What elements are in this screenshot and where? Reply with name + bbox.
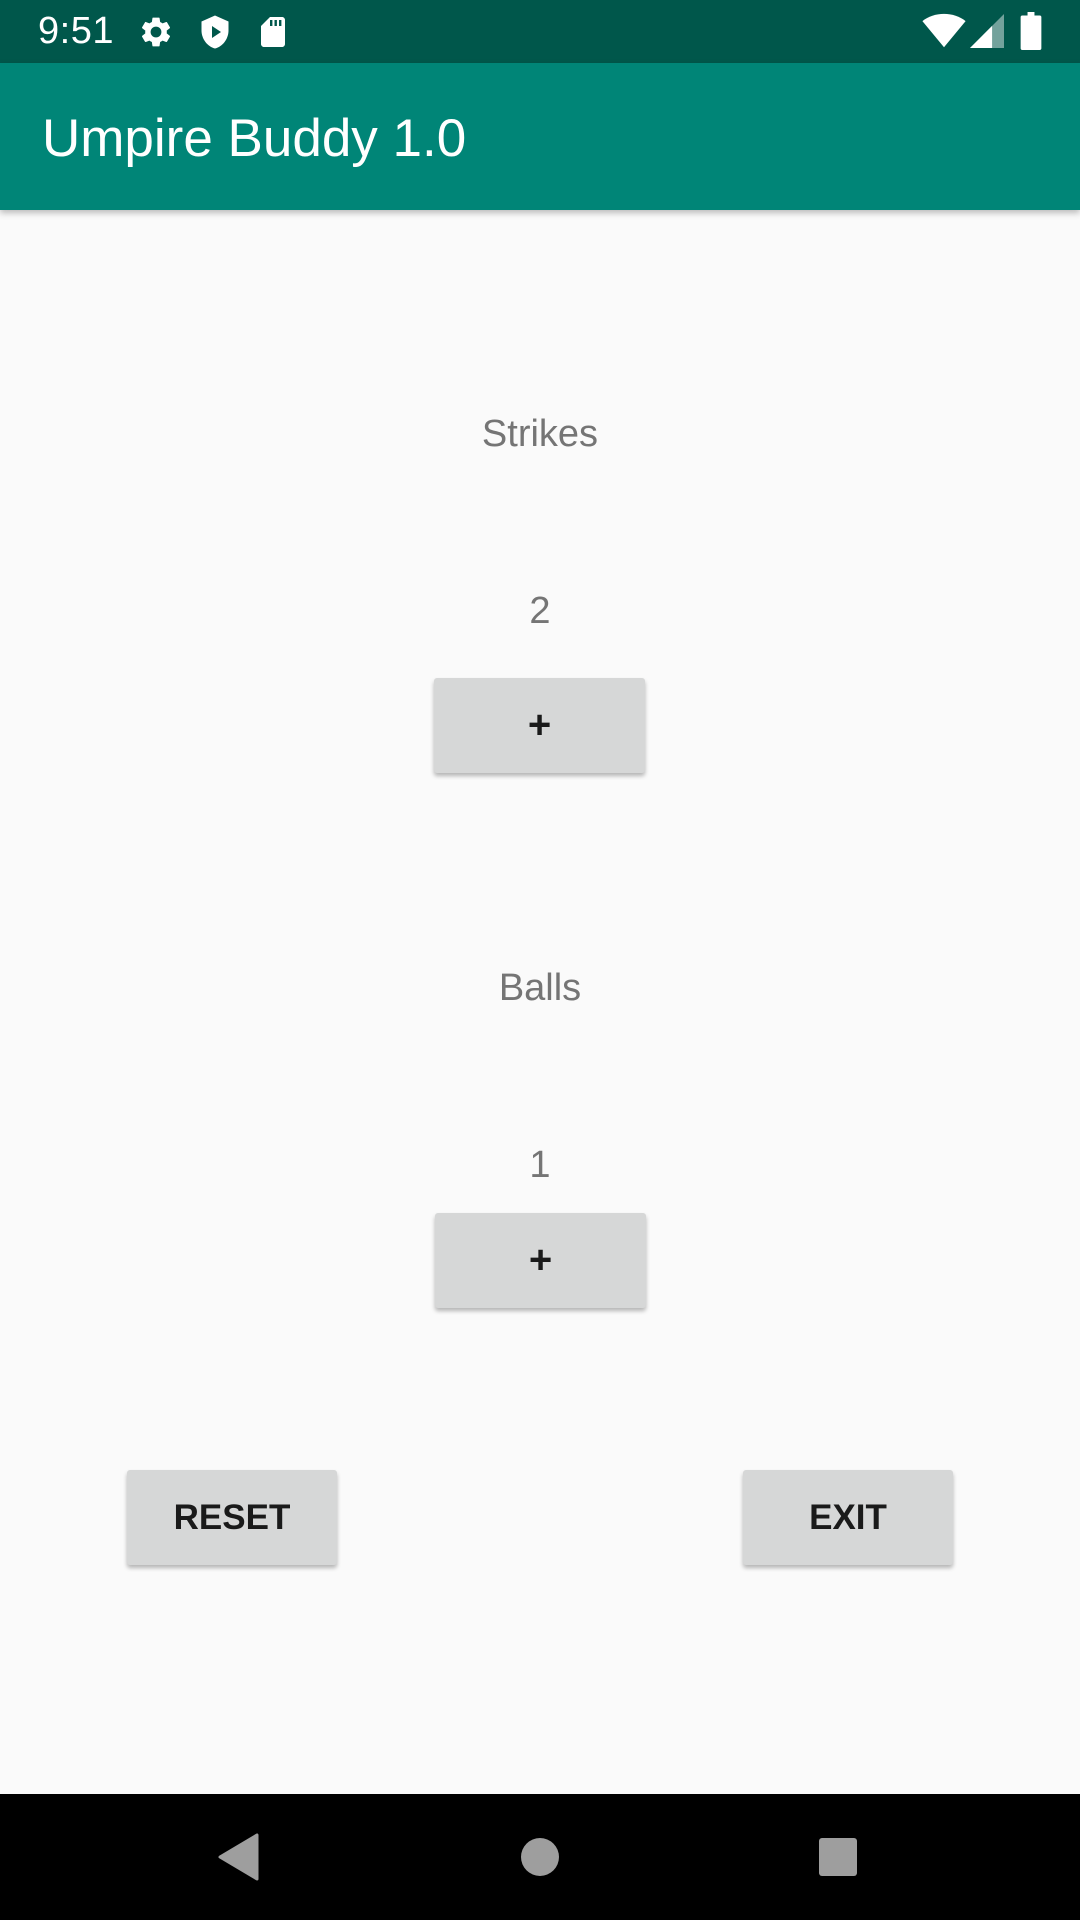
status-bar: 9:51	[0, 0, 1080, 63]
app-title: Umpire Buddy 1.0	[42, 109, 467, 168]
wifi-icon	[922, 13, 966, 54]
recents-icon[interactable]	[778, 1794, 898, 1920]
back-icon[interactable]	[179, 1794, 299, 1920]
app-bar: Umpire Buddy 1.0	[0, 63, 1080, 210]
strikes-count: 2	[529, 590, 551, 632]
signal-icon	[970, 13, 1004, 54]
reset-button[interactable]: RESET	[127, 1470, 337, 1565]
balls-increment-button[interactable]: +	[435, 1213, 646, 1308]
strikes-label: Strikes	[481, 413, 599, 455]
status-time: 9:51	[38, 10, 114, 52]
balls-label: Balls	[498, 967, 582, 1009]
strikes-increment-button[interactable]: +	[434, 678, 645, 773]
battery-icon	[1020, 12, 1042, 55]
home-icon[interactable]	[480, 1794, 600, 1920]
navigation-bar	[0, 1794, 1080, 1920]
exit-button[interactable]: EXIT	[743, 1470, 953, 1565]
gear-icon	[138, 14, 174, 55]
sd-card-icon	[255, 14, 291, 55]
shield-play-icon	[197, 14, 233, 55]
balls-count: 1	[529, 1144, 551, 1186]
